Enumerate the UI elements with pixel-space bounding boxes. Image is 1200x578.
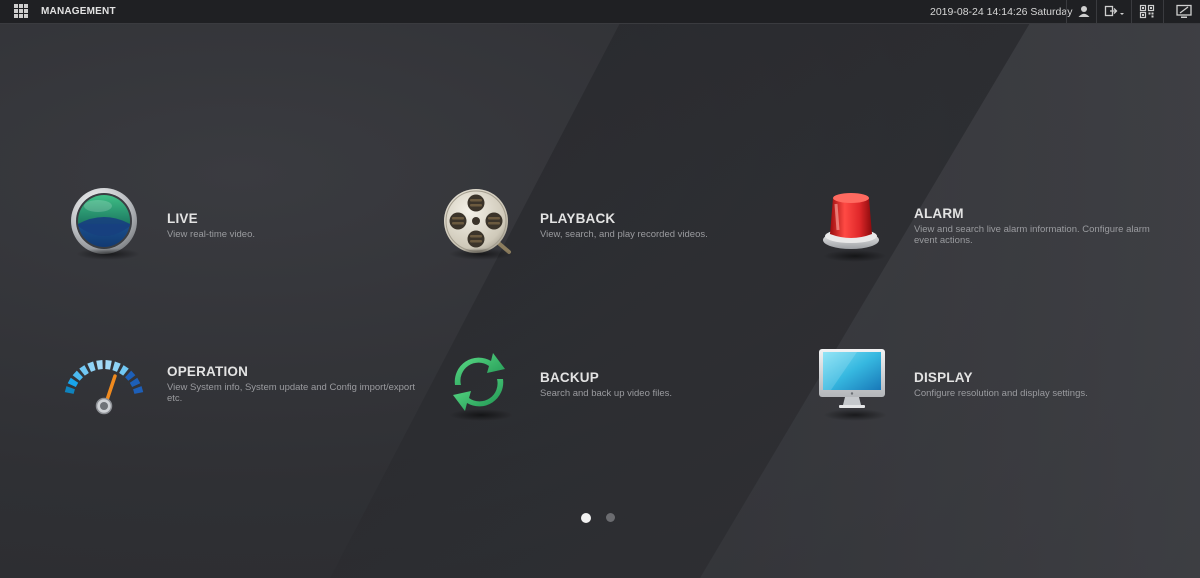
gauge-icon [63,350,144,426]
tile-title: LIVE [167,211,198,226]
divider [1096,0,1097,23]
user-icon[interactable] [1076,4,1092,19]
datetime-display: 2019-08-24 14:14:26 Saturday [930,6,1073,18]
tile-description: View System info, System update and Conf… [167,382,416,404]
tile-alarm[interactable]: ALARM View and search live alarm informa… [817,190,1150,280]
tile-description: View real-time video. [167,229,256,240]
tile-description: View, search, and play recorded videos. [540,229,708,240]
monitor-icon [817,347,893,423]
tile-live[interactable]: LIVE View real-time video. [70,188,400,278]
divider [1163,0,1164,23]
alarm-siren-icon [817,190,893,266]
film-reel-icon [443,188,519,264]
tile-description: Configure resolution and display setting… [914,388,1088,399]
tile-description: View and search live alarm information. … [914,224,1150,246]
display-settings-icon[interactable] [1176,4,1192,19]
logout-icon[interactable] [1104,4,1126,19]
tile-backup[interactable]: BACKUP Search and back up video files. [443,345,773,435]
tile-description: Search and back up video files. [540,388,673,399]
live-icon [70,188,146,264]
refresh-arrows-icon [443,345,519,421]
tile-display[interactable]: DISPLAY Configure resolution and display… [817,347,1147,437]
tile-playback[interactable]: PLAYBACK View, search, and play recorded… [443,188,773,278]
grid-menu-icon[interactable] [14,4,28,18]
tile-operation[interactable]: OPERATION View System info, System updat… [63,350,415,440]
divider [1131,0,1132,23]
tile-title: OPERATION [167,364,249,379]
qr-code-icon[interactable] [1139,4,1155,19]
top-bar: MANAGEMENT 2019-08-24 14:14:26 Saturday [0,0,1200,24]
page-title: MANAGEMENT [41,6,116,17]
management-screen: MANAGEMENT 2019-08-24 14:14:26 Saturday [0,0,1200,578]
tile-title: BACKUP [540,370,599,385]
page-dot-2[interactable] [606,513,615,522]
background-decoration [330,23,1200,578]
divider [1066,0,1067,23]
tile-title: PLAYBACK [540,211,616,226]
page-dot-1[interactable] [581,513,591,523]
tile-title: ALARM [914,206,964,221]
tile-title: DISPLAY [914,370,973,385]
